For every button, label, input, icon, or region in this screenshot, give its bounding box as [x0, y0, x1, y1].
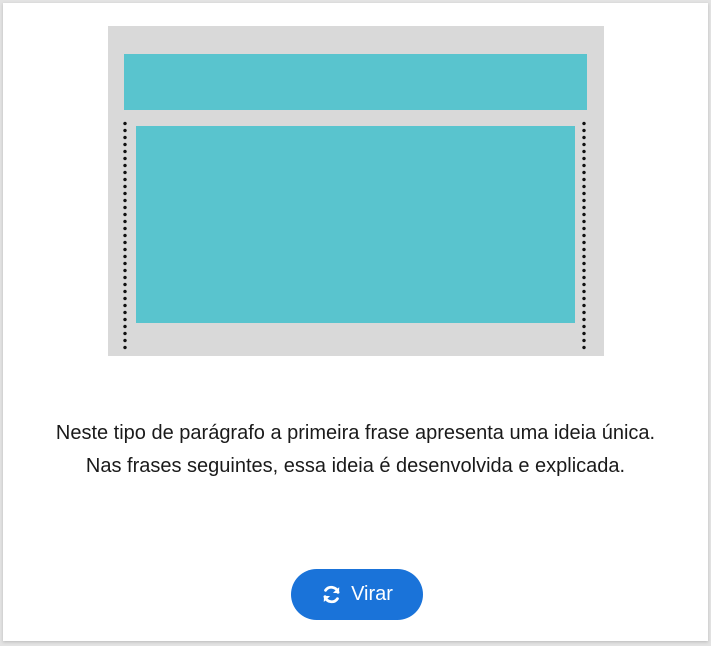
topic-sentence-block	[124, 54, 587, 110]
description-line-2: Nas frases seguintes, essa ideia é desen…	[85, 455, 626, 477]
flip-button-label: Virar	[351, 583, 393, 605]
development-block	[136, 126, 575, 323]
right-dotted-margin	[582, 120, 586, 352]
description-line-1: Neste tipo de parágrafo a primeira frase…	[55, 422, 656, 444]
refresh-icon	[321, 584, 342, 605]
paragraph-illustration	[108, 26, 604, 356]
flashcard: Neste tipo de parágrafo a primeira frase…	[3, 3, 708, 641]
card-description: Neste tipo de parágrafo a primeira frase…	[43, 417, 668, 483]
left-dotted-margin	[123, 120, 127, 352]
flip-button[interactable]: Virar	[291, 569, 423, 620]
